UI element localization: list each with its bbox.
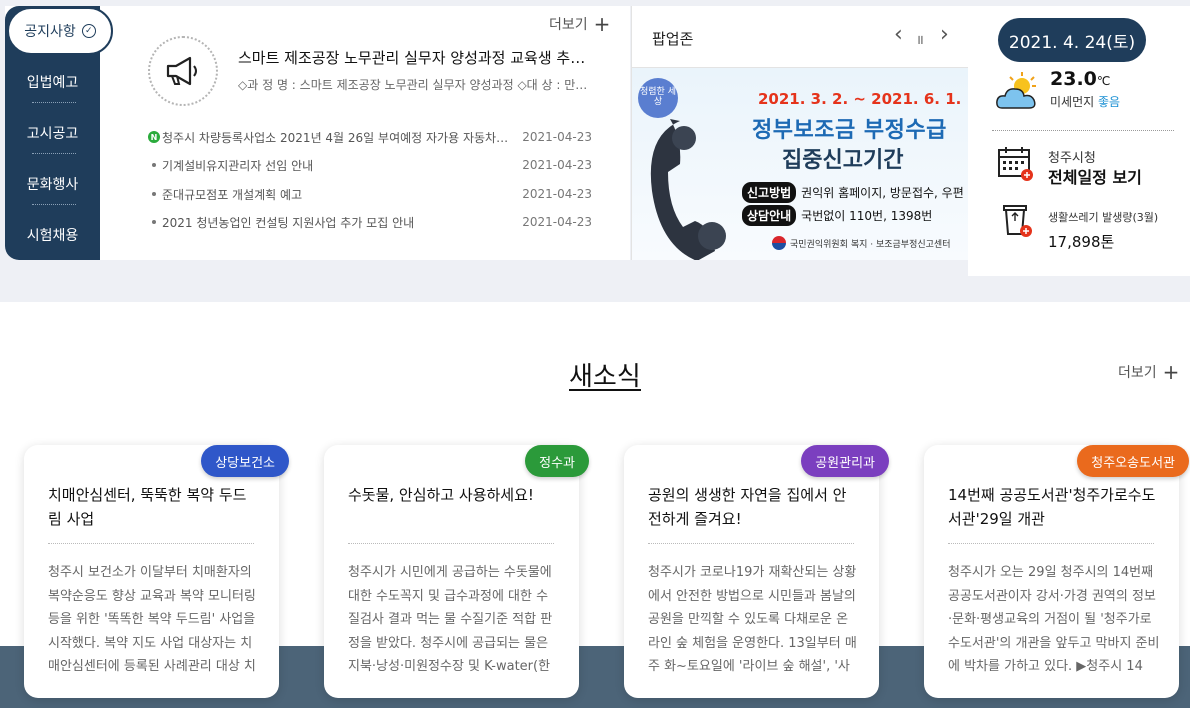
partly-cloudy-icon (996, 72, 1036, 109)
tab-divider (32, 102, 76, 103)
notice-item-title: 2021 청년농업인 컨설팅 지원사업 추가 모집 안내 (162, 215, 415, 230)
notice-item-title: 기계설비유지관리자 선임 안내 (162, 158, 314, 173)
campaign-title-line1: 정부보조금 부정수급 (752, 118, 947, 143)
notice-list-item[interactable]: 준대규모점포 개설계획 예고 2021-04-23 (146, 184, 592, 204)
campaign-title-line2: 집중신고기간 (782, 148, 904, 173)
tab-divider (32, 204, 76, 205)
notice-more-link[interactable]: 더보기 + (549, 14, 610, 34)
department-badge: 상당보건소 (201, 445, 289, 477)
notice-item-date: 2021-04-23 (522, 130, 592, 144)
telephone-icon (650, 119, 726, 260)
news-more-link[interactable]: 더보기 + (1118, 362, 1179, 382)
tab-divider (32, 153, 76, 154)
tab-culture-events[interactable]: 문화행사 (5, 174, 100, 194)
consult-tag: 상담안내 (742, 205, 797, 226)
megaphone-icon (166, 56, 197, 86)
card-divider (48, 543, 254, 544)
info-panel: 2021. 4. 24(토) 23.0℃ 미세먼지 좋음 청주시청 전체일정 보… (968, 6, 1190, 276)
banner-footer-text: 국민권익위원회 복지 · 보조금부정신고센터 (790, 239, 951, 250)
notice-item-date: 2021-04-23 (522, 215, 592, 229)
card-divider (648, 543, 854, 544)
news-more-label: 더보기 (1118, 365, 1157, 381)
new-badge-icon: N (148, 131, 160, 143)
news-card-title: 14번째 공공도서관'청주가로수도서관'29일 개관 (948, 486, 1156, 528)
notice-item-date: 2021-04-23 (522, 187, 592, 201)
info-divider (992, 130, 1174, 131)
news-card-body: 청주시가 오는 29일 청주시의 14번째 공공도서관이자 강서·가경 권역의 … (948, 565, 1160, 674)
card-divider (348, 543, 554, 544)
banner-footer: 국민권익위원회 복지 · 보조금부정신고센터 (772, 236, 951, 250)
trash-stat-value: 17,898톤 (1048, 233, 1115, 251)
notice-more-label: 더보기 (549, 17, 588, 33)
news-card-body: 청주시가 시민에게 공급하는 수돗물에 대한 수도꼭지 및 급수과정에 대한 수… (348, 565, 553, 674)
news-card-body: 청주시가 코로나19가 재확산되는 상황에서 안전한 방법으로 시민들과 봄날의… (648, 565, 857, 674)
consult-text: 국번없이 110번, 1398번 (801, 209, 933, 223)
news-card[interactable]: 공원관리과 공원의 생생한 자연을 집에서 안전하게 즐겨요! 청주시가 코로나… (624, 445, 889, 698)
government-emblem-icon (772, 236, 786, 250)
featured-notice-title[interactable]: 스마트 제조공장 노무관리 실무자 양성과정 교육생 추가 모집 (238, 47, 588, 68)
bullet-icon (152, 220, 156, 224)
next-arrow-icon[interactable]: › (940, 22, 949, 47)
fine-dust: 미세먼지 좋음 (1050, 93, 1120, 110)
temperature: 23.0℃ (1050, 68, 1110, 90)
department-badge: 청주오송도서관 (1077, 445, 1189, 477)
news-card[interactable]: 정수과 수돗물, 안심하고 사용하세요! 청주시가 시민에게 공급하는 수돗물에… (324, 445, 589, 698)
full-schedule-link[interactable]: 전체일정 보기 (1048, 164, 1142, 188)
consult-row: 상담안내 국번없이 110번, 1398번 (742, 205, 932, 226)
news-card-body: 청주시 보건소가 이달부터 치매환자의 복약순응도 향상 교육과 복약 모니터링… (48, 565, 256, 674)
news-card-title: 수돗물, 안심하고 사용하세요! (348, 486, 534, 504)
calendar-icon (998, 147, 1033, 181)
news-card[interactable]: 청주오송도서관 14번째 공공도서관'청주가로수도서관'29일 개관 청주시가 … (924, 445, 1189, 698)
megaphone-badge (148, 36, 218, 106)
prev-arrow-icon[interactable]: ‹ (894, 22, 903, 47)
temperature-value: 23.0 (1050, 68, 1097, 90)
notice-item-title: 청주시 차량등록사업소 2021년 4월 26일 부여예정 자가용 자동차등록번… (162, 130, 522, 145)
tab-recruitment[interactable]: 시험채용 (5, 225, 100, 245)
featured-notice-desc: ◇과 정 명 : 스마트 제조공장 노무관리 실무자 양성과정 ◇대 상 : 만… (238, 78, 588, 92)
report-method-tag: 신고방법 (742, 182, 797, 203)
tab-notice-label: 공지사항 (24, 24, 76, 40)
today-date: 2021. 4. 24(토) (998, 18, 1146, 62)
pause-icon[interactable]: ॥ (916, 30, 924, 48)
check-icon: ✓ (81, 24, 96, 38)
plus-icon: + (593, 12, 611, 36)
department-badge: 정수과 (525, 445, 589, 477)
notice-item-title: 준대규모점포 개설계획 예고 (162, 187, 303, 202)
news-card-title: 공원의 생생한 자연을 집에서 안전하게 즐겨요! (648, 486, 847, 528)
notice-list-item[interactable]: 기계설비유지관리자 선임 안내 2021-04-23 (146, 155, 592, 175)
fine-dust-status: 좋음 (1098, 95, 1121, 109)
campaign-date-range: 2021. 3. 2. ~ 2021. 6. 1. (758, 90, 962, 108)
popup-zone: 팝업존 ‹ ॥ › 청렴한 세상 2021. 3. 2. ~ 2021. 6. … (631, 6, 969, 260)
temperature-unit: ℃ (1096, 74, 1111, 88)
trash-stat-label: 생활쓰레기 발생량(3월) (1048, 211, 1159, 224)
popup-banner[interactable]: 청렴한 세상 2021. 3. 2. ~ 2021. 6. 1. 정부보조금 부… (632, 68, 969, 260)
popup-header: 팝업존 ‹ ॥ › (632, 6, 969, 68)
notice-item-date: 2021-04-23 (522, 158, 592, 172)
card-divider (948, 543, 1154, 544)
report-method-text: 권익위 홈페이지, 방문접수, 우편 (801, 186, 964, 200)
news-section-title: 새소식 (569, 362, 641, 392)
clean-world-logo: 청렴한 세상 (638, 78, 678, 118)
news-card-title: 치매안심센터, 뚝뚝한 복약 두드림 사업 (48, 486, 247, 528)
trash-bin-icon (1003, 205, 1032, 237)
tab-announcement[interactable]: 고시공고 (5, 123, 100, 143)
fine-dust-label: 미세먼지 (1050, 95, 1095, 109)
popup-title: 팝업존 (652, 30, 694, 48)
tab-legislation[interactable]: 입법예고 (5, 72, 100, 92)
bullet-icon (152, 163, 156, 167)
title-underline (569, 389, 641, 391)
plus-icon: + (1162, 360, 1180, 384)
notice-list-item[interactable]: N 청주시 차량등록사업소 2021년 4월 26일 부여예정 자가용 자동차등… (146, 127, 592, 147)
news-card[interactable]: 상당보건소 치매안심센터, 뚝뚝한 복약 두드림 사업 청주시 보건소가 이달부… (24, 445, 289, 698)
tab-notice[interactable]: 공지사항 ✓ (7, 7, 113, 55)
notice-list-item[interactable]: 2021 청년농업인 컨설팅 지원사업 추가 모집 안내 2021-04-23 (146, 212, 592, 232)
report-method-row: 신고방법 권익위 홈페이지, 방문접수, 우편 (742, 182, 964, 203)
department-badge: 공원관리과 (801, 445, 889, 477)
bullet-icon (152, 192, 156, 196)
